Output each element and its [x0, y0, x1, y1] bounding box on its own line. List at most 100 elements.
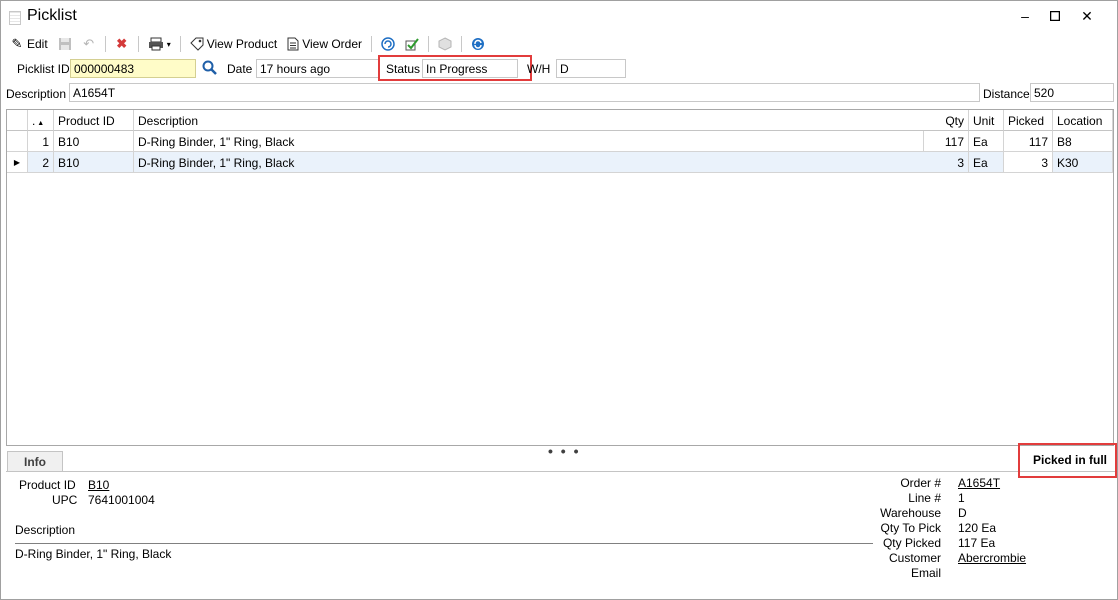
- description-divider: [15, 543, 873, 544]
- save-icon: [58, 38, 71, 50]
- status-highlight-box: [378, 55, 532, 81]
- close-button[interactable]: ✕: [1077, 7, 1097, 25]
- product-id-cell: B10: [54, 152, 134, 173]
- info-line-label: Line #: [908, 491, 941, 505]
- line-cell: 1: [28, 131, 54, 152]
- row-indicator: [7, 131, 28, 152]
- edit-label: Edit: [27, 37, 48, 51]
- unit-cell: Ea: [969, 131, 1004, 152]
- toolbar-separator: [371, 36, 372, 52]
- refresh-button[interactable]: [468, 34, 488, 54]
- info-upc-value: 7641001004: [88, 493, 155, 507]
- location-cell: B8: [1053, 131, 1113, 152]
- edit-button[interactable]: ✎ Edit: [7, 34, 51, 54]
- checklist-icon: [405, 38, 419, 51]
- date-field[interactable]: 17 hours ago: [256, 59, 380, 78]
- toolbar: ✎ Edit ↶ ✖ ▾ View Product View Order: [7, 33, 488, 55]
- picklist-grid: . ▲ Product ID Description Qty Unit Pick…: [6, 109, 1114, 446]
- info-customer-link[interactable]: Abercrombie: [958, 551, 1026, 565]
- line-cell: 2: [28, 152, 54, 173]
- picklist-id-label: Picklist ID: [17, 62, 70, 76]
- sort-ascending-icon: ▲: [35, 120, 45, 127]
- printer-icon: [148, 37, 163, 51]
- search-icon[interactable]: [202, 60, 218, 79]
- column-header-unit[interactable]: Unit: [969, 110, 1004, 131]
- qty-cell: 3: [918, 152, 969, 173]
- toolbar-separator: [179, 36, 181, 52]
- description-label: Description: [6, 87, 67, 101]
- info-upc-label: UPC: [52, 493, 78, 507]
- picked-in-full-highlight-box: [1018, 443, 1117, 478]
- row-indicator-header: [7, 110, 28, 131]
- info-qty-picked-value: 117 Ea: [958, 536, 996, 550]
- tab-info[interactable]: Info: [7, 451, 63, 472]
- maximize-button[interactable]: [1045, 7, 1065, 25]
- table-row-selected[interactable]: ▶ 2 B10 D-Ring Binder, 1" Ring, Black 3 …: [7, 152, 1113, 173]
- info-qty-picked-label: Qty Picked: [882, 536, 941, 550]
- view-product-button[interactable]: View Product: [187, 34, 280, 54]
- distance-field[interactable]: 520: [1030, 83, 1114, 102]
- chevron-down-icon: ▾: [166, 39, 171, 49]
- picked-cell[interactable]: 3: [1004, 152, 1053, 173]
- document-icon: [287, 37, 299, 51]
- picklist-id-field[interactable]: 000000483: [70, 59, 196, 78]
- delete-button[interactable]: ✖: [112, 34, 132, 54]
- mark-picked-button[interactable]: [402, 34, 422, 54]
- save-button[interactable]: [55, 34, 75, 54]
- warehouse-field[interactable]: D: [556, 59, 626, 78]
- info-order-link[interactable]: A1654T: [958, 476, 1000, 490]
- column-header-product-id[interactable]: Product ID: [54, 110, 134, 131]
- column-header-description[interactable]: Description: [134, 110, 924, 131]
- info-description-label: Description: [15, 523, 76, 537]
- column-header-location[interactable]: Location: [1053, 110, 1113, 131]
- delete-icon: ✖: [116, 36, 128, 51]
- info-customer-label: Customer: [888, 551, 941, 565]
- toolbar-separator: [428, 36, 429, 52]
- grid-header-row: . ▲ Product ID Description Qty Unit Pick…: [7, 110, 1113, 131]
- product-id-cell: B10: [54, 131, 134, 152]
- undo-icon: ↶: [83, 36, 95, 51]
- view-order-button[interactable]: View Order: [284, 34, 365, 54]
- info-qty-to-pick-label: Qty To Pick: [880, 521, 941, 535]
- toolbar-separator: [137, 36, 139, 52]
- toolbar-separator: [461, 36, 462, 52]
- description-cell: D-Ring Binder, 1" Ring, Black: [134, 152, 924, 173]
- minimize-button[interactable]: –: [1015, 7, 1035, 25]
- column-header-line[interactable]: . ▲: [28, 110, 54, 131]
- undo-button[interactable]: ↶: [79, 34, 99, 54]
- pencil-icon: ✎: [11, 36, 23, 51]
- info-qty-to-pick-value: 120 Ea: [958, 521, 997, 535]
- view-product-label: View Product: [206, 37, 278, 51]
- info-product-id-label: Product ID: [19, 478, 76, 492]
- warehouse-label: W/H: [527, 62, 551, 76]
- info-order-label: Order #: [900, 476, 941, 490]
- unit-cell: Ea: [969, 152, 1004, 173]
- reset-button[interactable]: [378, 34, 398, 54]
- view-order-label: View Order: [302, 37, 362, 51]
- info-product-id-link[interactable]: B10: [88, 478, 109, 492]
- column-header-qty[interactable]: Qty: [918, 110, 969, 131]
- description-cell: D-Ring Binder, 1" Ring, Black: [134, 131, 924, 152]
- location-cell: K30: [1053, 152, 1113, 173]
- info-email-label: Email: [910, 566, 941, 580]
- box-icon: [438, 37, 452, 51]
- print-dropdown-button[interactable]: ▾: [145, 34, 174, 54]
- distance-label: Distance: [983, 87, 1030, 101]
- picklist-window: Picklist – ✕ ✎ Edit ↶ ✖ ▾ View Product V…: [0, 0, 1118, 600]
- picked-cell[interactable]: 117: [1004, 131, 1053, 152]
- table-row[interactable]: 1 B10 D-Ring Binder, 1" Ring, Black 117 …: [7, 131, 1113, 152]
- column-header-picked[interactable]: Picked: [1004, 110, 1053, 131]
- info-line-value: 1: [958, 491, 965, 505]
- app-icon: [9, 11, 21, 25]
- window-title: Picklist: [27, 7, 77, 24]
- info-warehouse-value: D: [958, 506, 967, 520]
- circle-arrow-icon: [381, 37, 395, 51]
- description-field[interactable]: A1654T: [69, 83, 980, 102]
- package-button[interactable]: [435, 34, 455, 54]
- tab-strip-divider: [6, 471, 1116, 472]
- splitter-handle[interactable]: • • •: [548, 443, 580, 459]
- date-label: Date: [227, 62, 253, 76]
- info-warehouse-label: Warehouse: [880, 506, 941, 520]
- qty-cell: 117: [918, 131, 969, 152]
- info-description-value: D-Ring Binder, 1" Ring, Black: [15, 547, 172, 561]
